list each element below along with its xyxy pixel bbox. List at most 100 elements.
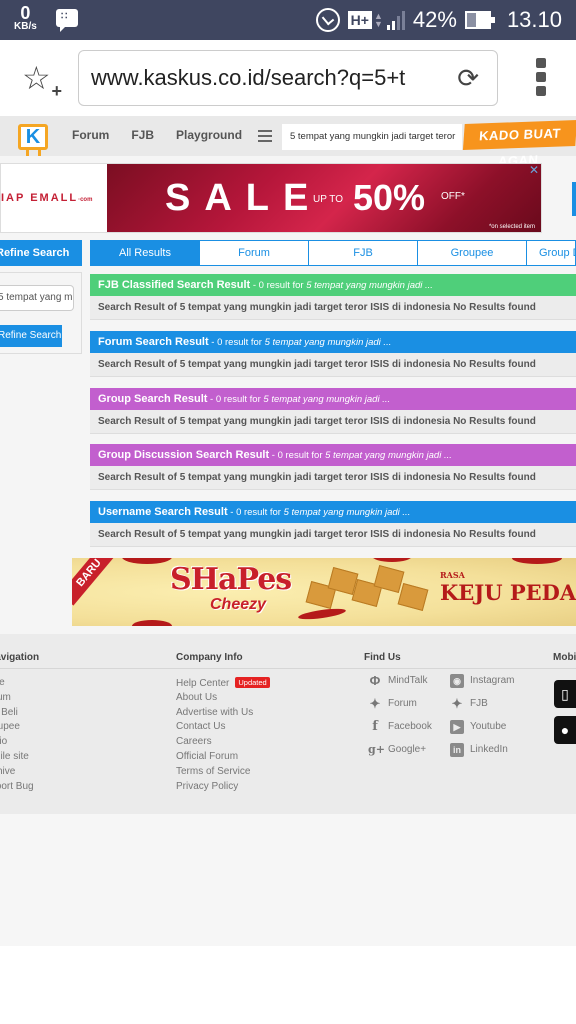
site-footer: Navigation Home Forum Jual Beli Groupee … [0,634,576,814]
data-activity-icon: ▲ ▼ [373,11,383,29]
nav-fjb[interactable]: FJB [131,128,154,142]
url-text[interactable]: www.kaskus.co.id/search?q=5+t [91,65,441,91]
result-title[interactable]: Group Discussion Search Result [98,449,269,461]
result-title[interactable]: FJB Classified Search Result [98,279,250,291]
result-section-forum: Forum Search Result - 0 result for 5 tem… [90,331,576,377]
result-section-group-discussion: Group Discussion Search Result - 0 resul… [90,444,576,490]
ad-close-icon[interactable]: ✕ [529,164,539,176]
tab-all-results[interactable]: All Results [91,241,200,265]
address-bar[interactable]: www.kaskus.co.id/search?q=5+t ⟳ [78,50,498,106]
ad-note: *on selected item [488,224,535,230]
footer-link[interactable]: Forum [0,691,34,706]
logo-letter: K [18,124,48,150]
mobile-app-ios-button[interactable]: ● [554,716,576,744]
refine-search-button[interactable]: Refine Search [0,325,62,347]
footer-link[interactable]: Mobile site [0,750,34,765]
footer-mobile-title: Mobile App [553,652,576,663]
result-count: - 0 result for [250,280,307,291]
result-title[interactable]: Group Search Result [98,393,207,405]
instagram-icon: ◉ [450,673,464,688]
footer-link[interactable]: Official Forum [176,750,270,765]
footer-link-help-center[interactable]: Help Center Updated [176,676,270,691]
footer-link[interactable]: About Us [176,691,270,706]
tab-group-discussion[interactable]: Group Discussion [527,241,576,265]
social-facebook[interactable]: f Facebook [368,718,450,735]
reload-icon[interactable]: ⟳ [457,63,479,93]
phone-icon: ▯ [561,686,569,702]
site-header: K Forum FJB Playground 5 tempat yang mun… [0,116,576,169]
shapes-ad-banner[interactable]: BARU SHaPes Cheezy RASA KEJU PEDAS [72,558,576,626]
result-header: Group Search Result - 0 result for 5 tem… [90,388,576,410]
clock: 13.10 [506,7,562,32]
refine-search-input[interactable]: 5 tempat yang mungkin [0,285,74,311]
footer-link[interactable]: Advertise with Us [176,706,270,721]
refine-search-header: Refine Search [0,240,82,266]
battery-icon [464,11,495,29]
ad-brand: IAP EMALL·com [1,192,93,204]
result-tabs: All Results Forum FJB Groupee Group Disc… [90,240,576,266]
result-query: 5 tempat yang mungkin jadi ... [263,394,391,405]
ad-sale-text: SALE [165,177,323,219]
footer-navigation-title: Navigation [0,652,40,663]
battery-percent: 42% [412,7,457,32]
sale-ad-banner[interactable]: IAP EMALL·com SALE UP TO 50% OFF* *on se… [0,163,542,233]
result-body: Search Result of 5 tempat yang mungkin j… [90,410,576,434]
footer-link[interactable]: Jual Beli [0,706,34,721]
result-query: 5 tempat yang mungkin jadi ... [306,280,433,291]
promo-banner-button[interactable]: KADO BUAT AGAN [462,120,576,169]
network-speed: 0 KB/s [14,4,37,32]
footer-company-title: Company Info [176,652,243,663]
footer-link[interactable]: Privacy Policy [176,780,270,795]
footer-link[interactable]: Home [0,676,34,691]
result-section-username: Username Search Result - 0 result for 5 … [90,501,576,547]
result-query: 5 tempat yang mungkin jadi ... [283,507,411,518]
social-youtube[interactable]: ▶ Youtube [450,718,532,735]
page-bottom-area [0,814,576,946]
twitter-icon: ✦ [451,695,463,711]
footer-link[interactable]: Careers [176,735,270,750]
footer-link[interactable]: Radio [0,735,34,750]
bbm-icon: ∷ [56,9,78,32]
tab-groupee[interactable]: Groupee [418,241,527,265]
footer-link[interactable]: Groupee [0,720,34,735]
footer-navigation-list: Home Forum Jual Beli Groupee Radio Mobil… [0,676,34,794]
nav-forum[interactable]: Forum [72,128,109,142]
social-mindtalk[interactable]: Φ MindTalk [368,672,450,689]
network-type: H+ [347,11,372,29]
social-twitter-forum[interactable]: ✦ Forum [368,695,450,712]
footer-link[interactable]: Contact Us [176,720,270,735]
facebook-icon: f [372,718,378,734]
tab-fjb[interactable]: FJB [309,241,418,265]
star-plus-icon: ☆ [22,60,51,96]
mobile-app-android-button[interactable]: ▯ [554,680,576,708]
footer-link[interactable]: Archive [0,765,34,780]
tab-forum[interactable]: Forum [200,241,309,265]
refine-search-panel: 5 tempat yang mungkin Refine Search [0,272,82,354]
footer-company-list: Help Center Updated About Us Advertise wi… [176,676,270,794]
footer-link[interactable]: Report Bug [0,780,34,795]
network-speed-value: 0 [20,3,31,23]
header-search-input[interactable]: 5 tempat yang mungkin jadi target teror [282,124,462,150]
google-plus-icon: g+ [368,742,385,756]
bookmark-add-button[interactable]: ☆ + [22,60,62,100]
social-linkedin[interactable]: in LinkedIn [450,741,532,758]
twitter-icon: ✦ [369,695,381,711]
footer-link[interactable]: Terms of Service [176,765,270,780]
nav-playground[interactable]: Playground [176,128,242,142]
kaskus-logo[interactable]: K [12,120,56,156]
ad-new-ribbon: BARU [72,558,119,606]
result-section-fjb: FJB Classified Search Result - 0 result … [90,274,576,320]
overflow-menu-button[interactable] [536,58,546,96]
result-title[interactable]: Forum Search Result [98,336,209,348]
result-query: 5 tempat yang mungkin jadi ... [264,337,392,348]
social-instagram[interactable]: ◉ Instagram [450,672,532,689]
ad-rasa-text: RASA [440,570,465,580]
battery-level [466,13,477,27]
social-google-plus[interactable]: g+ Google+ [368,741,450,758]
hamburger-menu-icon[interactable] [258,130,272,145]
ad-image: SALE UP TO 50% OFF* *on selected item [107,164,541,232]
social-twitter-fjb[interactable]: ✦ FJB [450,695,532,712]
result-title[interactable]: Username Search Result [98,506,228,518]
result-query: 5 tempat yang mungkin jadi ... [325,450,452,461]
result-count: - 0 result for [208,337,265,348]
